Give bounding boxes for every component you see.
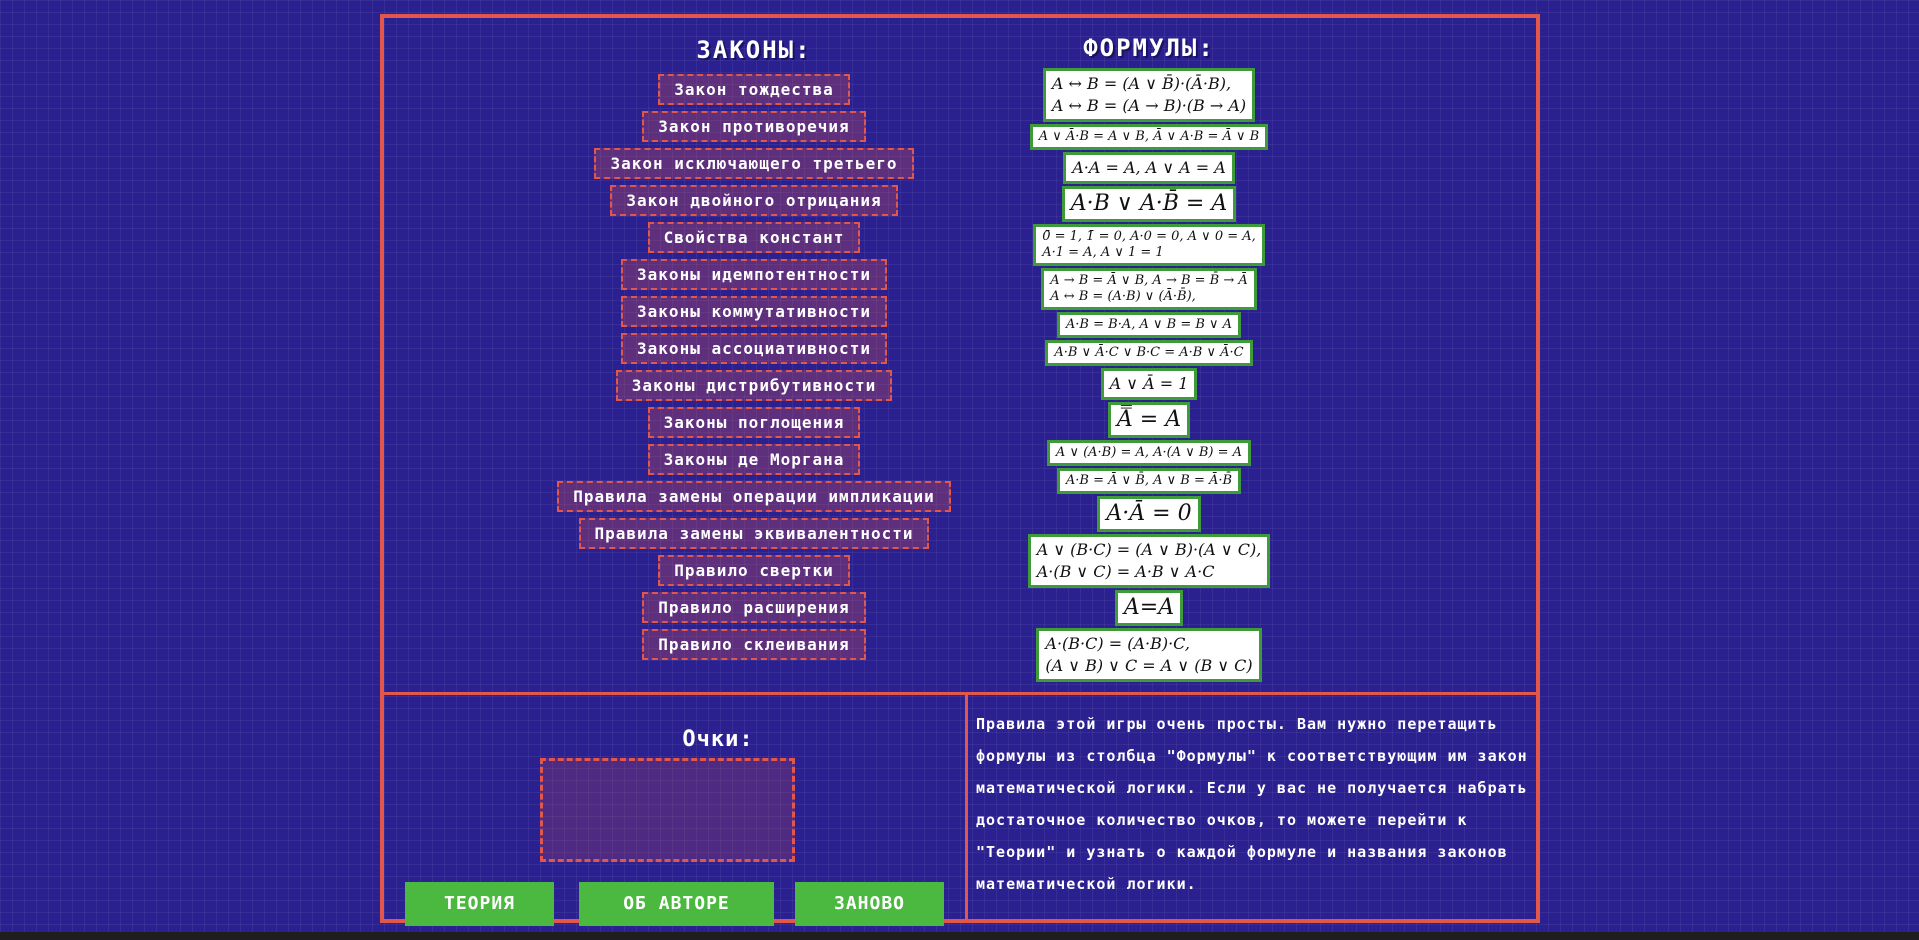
formula-line: A ∨ Ā = 1 (1109, 374, 1189, 393)
formula-line: A → B = Ā ∨ B, A → B = B̄ → Ā (1050, 273, 1248, 288)
horizontal-divider (384, 692, 1536, 695)
formula-line: A ∨ (B·C) = (A ∨ B)·(A ∨ C), (1036, 540, 1262, 559)
game-frame: ЗАКОНЫ: ФОРМУЛЫ: Закон тождества Закон пр… (380, 14, 1540, 926)
formula-line: A=A (1123, 595, 1175, 620)
law-chip[interactable]: Закон тождества (658, 74, 850, 105)
formula-card[interactable]: A·Ā = 0 (1097, 496, 1201, 532)
restart-button[interactable]: ЗАНОВО (795, 882, 944, 926)
formula-line: A̿ = A (1116, 407, 1182, 432)
formula-line: A ↔ B = (A → B)·(B → A) (1051, 96, 1247, 115)
formula-card[interactable]: 0̄ = 1, 1̄ = 0, A·0 = 0, A ∨ 0 = A, A·1 =… (1033, 224, 1265, 266)
rules-text: Правила этой игры очень просты. Вам нужн… (976, 715, 1528, 893)
law-chip[interactable]: Правило склеивания (642, 629, 866, 660)
formula-line: A·B ∨ Ā·C ∨ B·C = A·B ∨ Ā·C (1054, 345, 1244, 360)
law-chip[interactable]: Закон исключающего третьего (594, 148, 914, 179)
formula-card[interactable]: A·A = A, A ∨ A = A (1063, 152, 1235, 184)
theory-button[interactable]: ТЕОРИЯ (405, 882, 554, 926)
formulas-title: ФОРМУЛЫ: (1083, 34, 1215, 62)
formula-card[interactable]: A ∨ (A·B) = A, A·(A ∨ B) = A (1046, 440, 1252, 466)
formula-card[interactable]: A ∨ (B·C) = (A ∨ B)·(A ∨ C), A·(B ∨ C) = … (1027, 534, 1271, 588)
formula-card[interactable]: A=A (1114, 590, 1184, 626)
law-chip[interactable]: Законы дистрибутивности (615, 370, 893, 401)
bottom-bar (0, 932, 1919, 940)
formula-card[interactable]: A·B ∨ A·B̄ = A (1061, 186, 1237, 222)
law-chip[interactable]: Законы де Моргана (647, 444, 861, 475)
formula-card[interactable]: A̿ = A (1107, 402, 1191, 438)
formula-line: A ∨ Ā·B = A ∨ B, Ā ∨ A·B = Ā ∨ B (1038, 129, 1260, 144)
formula-line: A·(B ∨ C) = A·B ∨ A·C (1036, 562, 1215, 581)
score-drop-zone[interactable] (540, 758, 795, 862)
formula-card[interactable]: A → B = Ā ∨ B, A → B = B̄ → ĀA ↔ B = (A·… (1041, 268, 1257, 310)
formula-line: A ∨ (A·B) = A, A·(A ∨ B) = A (1055, 445, 1243, 460)
laws-list: Закон тождества Закон противоречия Закон и… (484, 74, 1024, 666)
formula-line: A·A = A, A ∨ A = A (1072, 158, 1226, 177)
formula-line: A·B ∨ A·B̄ = A (1070, 191, 1228, 216)
formula-line: A·Ā = 0 (1106, 501, 1192, 526)
law-chip[interactable]: Закон двойного отрицания (610, 185, 898, 216)
formula-card[interactable]: A·B = B·A, A ∨ B = B ∨ A (1056, 312, 1242, 338)
about-author-button[interactable]: ОБ АВТОРЕ (579, 882, 774, 926)
law-chip[interactable]: Правило расширения (642, 592, 866, 623)
formula-line: A ↔ B = (A ∨ B̄)·(Ā·B), (1051, 74, 1232, 93)
law-chip[interactable]: Свойства констант (647, 222, 861, 253)
law-chip[interactable]: Правила замены эквивалентности (578, 518, 930, 549)
formulas-list: A ↔ B = (A ∨ B̄)·(Ā·B), A ↔ B = (A → B)·(… (999, 68, 1299, 684)
score-label: Очки: (682, 727, 754, 752)
formula-line: (A ∨ B) ∨ C = A ∨ (B ∨ C) (1045, 656, 1253, 675)
formula-card[interactable]: A ↔ B = (A ∨ B̄)·(Ā·B), A ↔ B = (A → B)·(… (1042, 68, 1256, 122)
law-chip[interactable]: Законы поглощения (647, 407, 861, 438)
formula-line: A ↔ B = (A·B) ∨ (Ā·B̄), (1050, 289, 1196, 304)
formula-card[interactable]: A·B = Ā ∨ B̄, A ∨ B = Ā·B̄ (1056, 468, 1242, 494)
formula-card[interactable]: A·(B·C) = (A·B)·C, (A ∨ B) ∨ C = A ∨ (B ∨… (1036, 628, 1262, 682)
formula-card[interactable]: A ∨ Ā = 1 (1100, 368, 1198, 400)
formula-line: 0̄ = 1, 1̄ = 0, A·0 = 0, A ∨ 0 = A, (1042, 229, 1256, 244)
law-chip[interactable]: Законы идемпотентности (621, 259, 887, 290)
formula-line: A·1 = A, A ∨ 1 = 1 (1042, 245, 1164, 260)
vertical-divider (965, 695, 968, 919)
formula-line: A·B = Ā ∨ B̄, A ∨ B = Ā·B̄ (1065, 473, 1233, 488)
law-chip[interactable]: Правила замены операции импликации (557, 481, 951, 512)
law-chip[interactable]: Законы ассоциативности (621, 333, 887, 364)
formula-line: A·(B·C) = (A·B)·C, (1045, 634, 1190, 653)
formula-line: A·B = B·A, A ∨ B = B ∨ A (1065, 317, 1233, 332)
formula-card[interactable]: A ∨ Ā·B = A ∨ B, Ā ∨ A·B = Ā ∨ B (1029, 124, 1269, 150)
laws-title: ЗАКОНЫ: (696, 36, 812, 64)
law-chip[interactable]: Правило свертки (658, 555, 850, 586)
law-chip[interactable]: Законы коммутативности (621, 296, 887, 327)
law-chip[interactable]: Закон противоречия (642, 111, 866, 142)
formula-card[interactable]: A·B ∨ Ā·C ∨ B·C = A·B ∨ Ā·C (1045, 340, 1253, 366)
